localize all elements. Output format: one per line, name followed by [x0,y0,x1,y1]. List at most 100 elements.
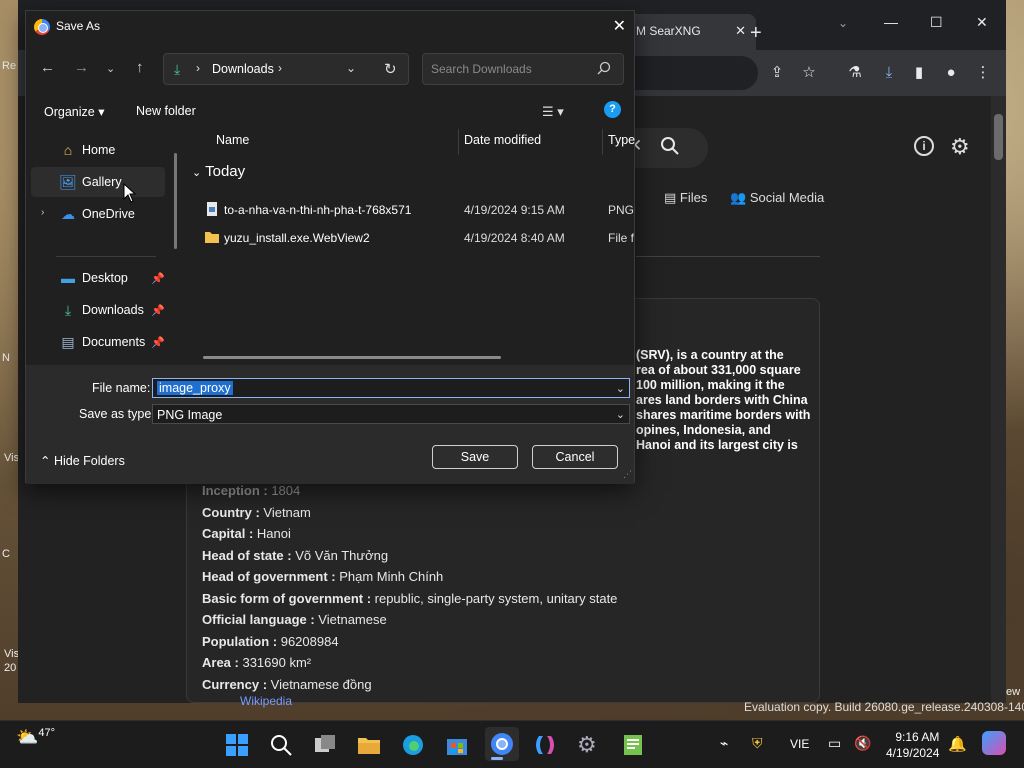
refresh-icon[interactable]: ↻ [384,60,397,78]
profile-icon[interactable]: ● [942,64,960,82]
pin-icon[interactable]: 📌 [151,304,165,317]
labs-flask-icon[interactable]: ⚗ [846,64,864,82]
maximize-icon[interactable]: ☐ [930,14,943,31]
info-icon[interactable]: i [914,136,934,156]
address-breadcrumb[interactable]: ⤓ › Downloads › ⌄ ↻ [163,53,409,85]
scrollbar-thumb[interactable] [994,114,1003,160]
copilot-icon[interactable] [533,733,557,757]
column-header-name[interactable]: Name [216,133,249,147]
fact-value: Hanoi [253,526,291,541]
recent-locations-chevron-icon[interactable]: ⌄ [106,62,115,75]
weather-widget[interactable]: ⛅47° [16,727,55,748]
column-separator[interactable] [602,129,603,155]
help-icon[interactable]: ? [604,101,621,118]
window-close-icon[interactable]: ✕ [976,14,988,31]
notepad-icon[interactable] [621,733,645,757]
folder-icon [205,232,219,243]
column-header-date[interactable]: Date modified [464,133,541,147]
file-name-input[interactable]: image_proxy ⌄ [152,378,630,398]
new-folder-button[interactable]: New folder [136,104,196,118]
menu-icon[interactable]: ⋮ [974,64,992,82]
dialog-title-bar[interactable]: Save As ✕ [26,11,634,43]
up-arrow-icon[interactable]: ↑ [136,59,144,76]
security-warning-icon[interactable]: ⛨ [752,735,763,752]
chrome-taskbar-button[interactable] [485,727,519,761]
search-field[interactable] [422,53,624,85]
nav-scrollbar[interactable] [174,153,177,249]
gear-icon[interactable]: ⚙ [950,134,970,160]
files-icon: ▤ [664,190,677,205]
settings-gear-icon[interactable]: ⚙ [577,733,601,757]
file-name-value: image_proxy [157,381,233,395]
category-social-media[interactable]: 👥 Social Media [730,190,824,206]
breadcrumb-chevron-icon[interactable]: › [278,61,282,75]
downloads-icon[interactable]: ⤓ [880,64,898,82]
nav-item-gallery[interactable]: 🖼 Gallery [31,167,165,197]
task-view-icon[interactable] [313,733,337,757]
file-list-scrollbar[interactable] [203,356,501,359]
address-bar[interactable] [618,56,758,90]
fact-value: 96208984 [277,633,339,649]
desc-line: shares maritime borders with [636,408,811,422]
tab-search-chevron-icon[interactable]: ⌄ [838,16,848,30]
expand-chevron-icon[interactable]: › [41,207,44,218]
nav-item-label: Downloads [82,303,144,317]
fact-value: 1804 [267,483,301,498]
dialog-close-icon[interactable]: ✕ [613,16,626,36]
back-arrow-icon[interactable]: ← [40,59,55,76]
save-type-select[interactable]: PNG Image ⌄ [152,404,630,424]
column-header-type[interactable]: Type [608,133,635,147]
cancel-button[interactable]: Cancel [532,445,618,469]
speaker-muted-icon[interactable]: 🔇 [854,735,871,752]
microsoft-store-icon[interactable] [445,733,469,757]
address-dropdown-icon[interactable]: ⌄ [346,61,356,75]
pin-icon[interactable]: 📌 [151,336,165,349]
nav-item-documents[interactable]: ▤ Documents 📌 [31,327,165,357]
page-scrollbar[interactable] [991,96,1006,703]
category-files[interactable]: ▤ Files [664,190,707,206]
nav-item-desktop[interactable]: ▬ Desktop 📌 [31,263,165,293]
nav-item-onedrive[interactable]: › ☁ OneDrive [31,199,165,229]
group-header-today[interactable]: ⌄ Today [192,163,245,180]
notification-bell-icon[interactable]: 🔔 [948,735,967,753]
collapse-chevron-icon[interactable]: ⌄ [192,167,201,179]
system-clock[interactable]: 9:16 AM 4/19/2024 [886,729,939,761]
column-separator[interactable] [458,129,459,155]
fact-label: Inception : [202,483,268,498]
minimize-icon[interactable]: — [884,14,898,30]
language-indicator[interactable]: VIE [790,737,809,751]
breadcrumb-chevron-icon[interactable]: › [196,61,200,75]
organize-button[interactable]: Organize ▾ [44,104,104,119]
save-button[interactable]: Save [432,445,518,469]
copilot-pre-icon[interactable] [982,731,1006,755]
forward-arrow-icon[interactable]: → [74,59,89,76]
share-icon[interactable]: ⇪ [768,64,786,82]
new-tab-icon[interactable]: + [750,22,762,45]
people-icon: 👥 [730,190,747,205]
edge-browser-icon[interactable] [401,733,425,757]
chevron-down-icon[interactable]: ⌄ [616,382,625,395]
tab-close-icon[interactable]: ✕ [735,23,746,39]
search-icon[interactable] [660,136,680,156]
view-options-icon[interactable]: ☰ ▾ [542,104,564,120]
nav-item-home[interactable]: ⌂ Home [31,135,165,165]
wikipedia-link[interactable]: Wikipedia [240,694,292,708]
downloads-icon: ⤓ [174,61,181,77]
hide-folders-button[interactable]: ⌃ Hide Folders [40,453,125,468]
file-row[interactable]: yuzu_install.exe.WebView2 4/19/2024 8:40… [204,225,636,251]
side-panel-icon[interactable]: ▮ [910,64,928,82]
start-windows-icon[interactable] [225,733,249,757]
browser-tab-searxng[interactable]: M SearXNG ✕ [626,14,756,50]
file-row[interactable]: to-a-nha-va-n-thi-nh-pha-t-768x571 4/19/… [204,197,636,223]
search-input[interactable] [431,60,591,78]
resize-grip-icon[interactable]: ⋰ [623,469,632,480]
nav-item-downloads[interactable]: ⤓ Downloads 📌 [31,295,165,325]
taskbar-search-icon[interactable] [269,733,293,757]
network-off-icon[interactable]: ⌁ [720,735,728,752]
bookmark-star-icon[interactable]: ☆ [800,64,818,82]
chevron-down-icon[interactable]: ⌄ [616,408,625,421]
file-explorer-icon[interactable] [357,733,381,757]
breadcrumb-downloads[interactable]: Downloads [212,62,274,76]
display-icon[interactable]: ▭ [828,735,841,752]
pin-icon[interactable]: 📌 [151,272,165,285]
